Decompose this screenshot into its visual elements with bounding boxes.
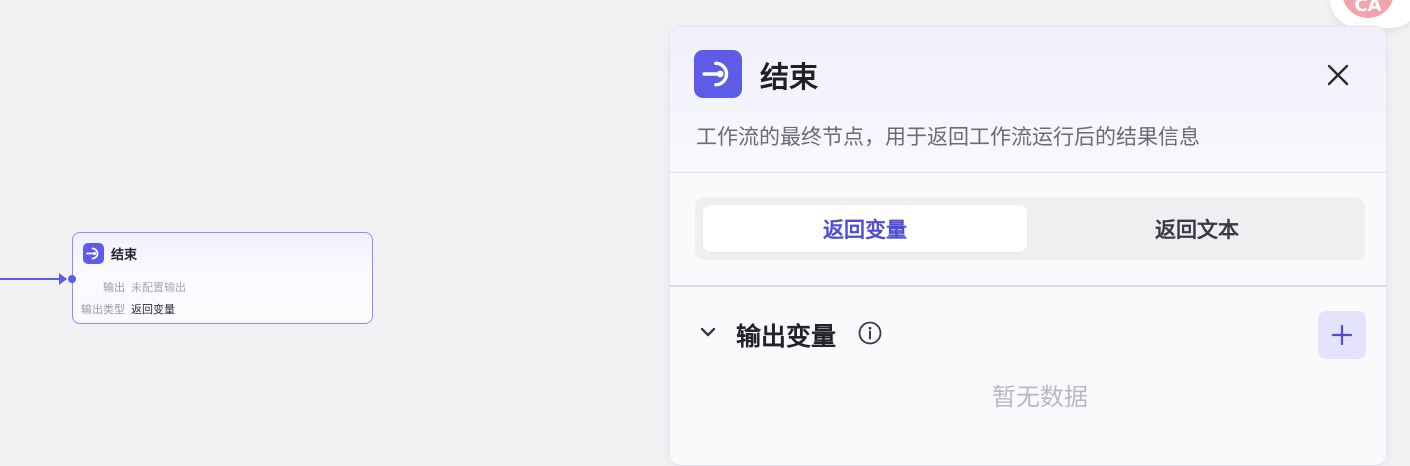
node-output-type-row: 输出类型 返回变量 — [73, 301, 175, 317]
panel-description: 工作流的最终节点，用于返回工作流运行后的结果信息 — [696, 125, 1200, 149]
end-node-icon — [83, 243, 104, 264]
output-variables-title: 输出变量 — [736, 322, 837, 351]
end-node-card[interactable]: 结束 输出 未配置输出 输出类型 返回变量 — [68, 232, 373, 324]
collapse-toggle[interactable] — [698, 322, 718, 342]
node-output-row: 输出 未配置输出 — [73, 279, 186, 295]
node-config-panel: 结束 工作流的最终节点，用于返回工作流运行后的结果信息 返回变量 返回文本 输出… — [669, 26, 1387, 466]
plus-icon — [1331, 324, 1353, 346]
output-type-label: 输出类型 — [81, 303, 125, 316]
section-divider — [670, 285, 1386, 287]
chevron-down-icon — [700, 327, 716, 337]
output-label: 输出 — [103, 281, 125, 294]
connection-edge[interactable] — [0, 278, 66, 280]
output-type-value: 返回变量 — [131, 303, 175, 316]
tab-return-text[interactable]: 返回文本 — [1035, 205, 1359, 252]
info-icon[interactable] — [858, 321, 882, 345]
empty-state-text: 暂无数据 — [992, 383, 1088, 411]
return-mode-tabs: 返回变量 返回文本 — [695, 197, 1365, 260]
edge-arrow — [59, 273, 67, 285]
close-icon — [1327, 64, 1349, 86]
close-button[interactable] — [1318, 55, 1358, 95]
tab-return-variable[interactable]: 返回变量 — [703, 205, 1027, 252]
add-variable-button[interactable] — [1318, 311, 1366, 359]
panel-header: 结束 工作流的最终节点，用于返回工作流运行后的结果信息 — [670, 27, 1386, 173]
node-title: 结束 — [111, 248, 138, 263]
panel-title: 结束 — [760, 60, 819, 94]
avatar[interactable]: CA — [1342, 0, 1394, 18]
end-node-icon — [694, 50, 742, 98]
output-value: 未配置输出 — [131, 281, 186, 294]
